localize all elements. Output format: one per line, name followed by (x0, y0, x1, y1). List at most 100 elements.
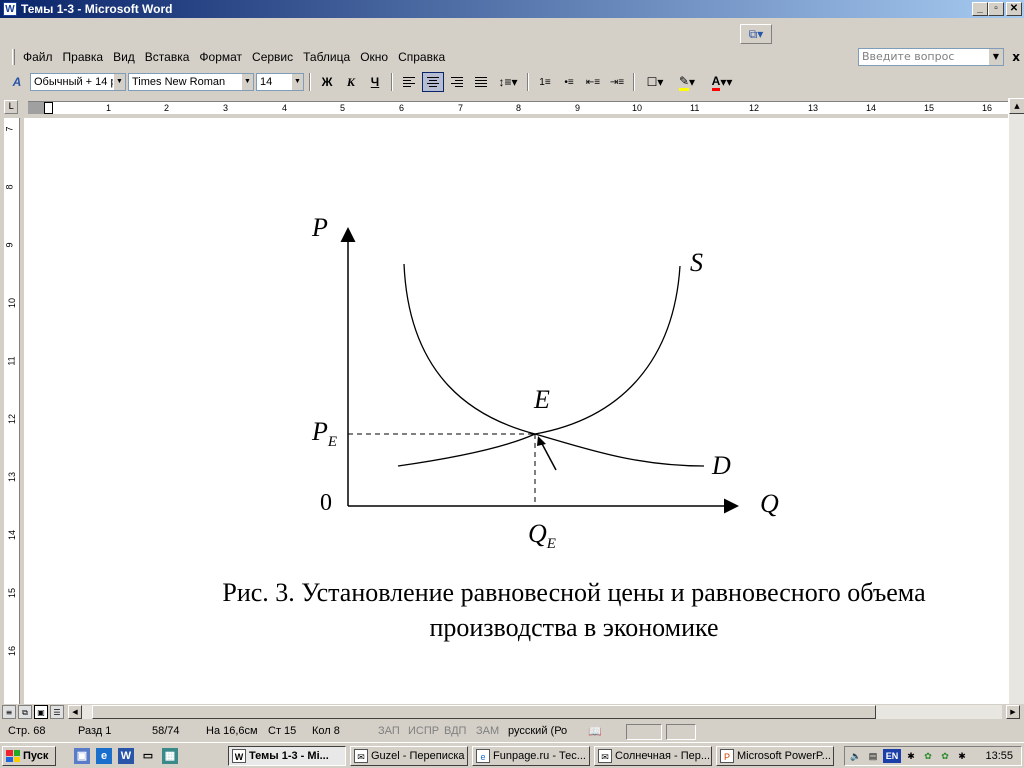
document-page[interactable]: P Q 0 E S D PE QE Рис. 3. Установление р… (24, 118, 1008, 704)
word-app-icon[interactable]: W (3, 2, 17, 16)
language-indicator[interactable]: EN (883, 749, 901, 763)
minimize-button[interactable]: _ (972, 2, 988, 16)
status-language[interactable]: русский (Ро (508, 725, 567, 737)
task-word[interactable]: W Темы 1-3 - Mi... (228, 746, 346, 766)
status-rec[interactable]: ЗАП (378, 725, 400, 737)
status-track-changes[interactable]: ИСПР (408, 725, 439, 737)
task-powerpoint[interactable]: P Microsoft PowerP... (716, 746, 834, 766)
network-icon[interactable]: ▤ (866, 749, 880, 763)
chevron-down-icon[interactable]: ▼ (989, 49, 1003, 65)
task-label: Солнечная - Пер... (615, 750, 711, 762)
start-button[interactable]: Пуск (2, 746, 56, 766)
italic-button[interactable]: К (340, 72, 362, 92)
menu-format[interactable]: Формат (194, 50, 247, 64)
justify-button[interactable] (470, 72, 492, 92)
figure-caption-line-1[interactable]: Рис. 3. Установление равновесной цены и … (154, 576, 994, 610)
menu-grip[interactable] (12, 49, 15, 65)
menu-edit[interactable]: Правка (58, 50, 109, 64)
menu-file[interactable]: Файл (18, 50, 58, 64)
close-button[interactable]: ✕ (1006, 2, 1022, 16)
toolbar-options-icon[interactable]: ⧉▾ (740, 24, 772, 44)
indent-marker[interactable] (44, 102, 53, 114)
menu-help[interactable]: Справка (393, 50, 450, 64)
internet-explorer-icon[interactable]: e (96, 748, 112, 764)
chevron-down-icon[interactable]: ▼ (241, 74, 253, 90)
font-select[interactable]: Times New Roman ▼ (128, 73, 254, 91)
numbering-button[interactable]: 1≡ (534, 72, 556, 92)
ie-icon: e (476, 749, 490, 763)
horizontal-ruler[interactable]: L 1 2 3 4 5 6 7 8 9 10 11 12 13 14 15 16 (0, 98, 1024, 118)
align-center-button[interactable] (422, 72, 444, 92)
print-layout-button[interactable]: ▣ (34, 705, 48, 719)
clock[interactable]: 13:55 (985, 750, 1013, 762)
border-icon: ☐▾ (646, 75, 664, 89)
antivirus-icon[interactable]: ✱ (904, 749, 918, 763)
scroll-right-button[interactable]: ▶ (1006, 705, 1020, 719)
align-right-button[interactable] (446, 72, 468, 92)
figure-caption-line-2[interactable]: производства в экономике (154, 611, 994, 645)
media-quicklaunch-icon[interactable]: ▭ (140, 748, 156, 764)
task-funpage[interactable]: e Funpage.ru - Тес... (472, 746, 590, 766)
separator (633, 73, 635, 91)
spelling-status-icon[interactable]: 📖 (588, 725, 602, 738)
vertical-ruler[interactable]: 7 8 9 10 11 12 13 14 15 16 (4, 118, 20, 704)
desktop-quicklaunch-icon[interactable]: ▣ (74, 748, 90, 764)
maximize-button[interactable]: ▫ (988, 2, 1004, 16)
ruler-mark: 12 (749, 103, 760, 113)
separator (309, 73, 311, 91)
task-solnechnaya[interactable]: ✉ Солнечная - Пер... (594, 746, 712, 766)
task-label: Темы 1-3 - Mi... (249, 750, 329, 762)
chevron-down-icon[interactable]: ▼ (291, 74, 303, 90)
bullets-button[interactable]: •≡ (558, 72, 580, 92)
word-quicklaunch-icon[interactable]: W (118, 748, 134, 764)
web-view-button[interactable]: ⧉ (18, 705, 32, 719)
status-overtype[interactable]: ЗАМ (476, 725, 499, 737)
font-color-button[interactable]: A ▾▾ (704, 72, 740, 92)
volume-icon[interactable]: 🔈 (849, 749, 863, 763)
line-spacing-button[interactable]: ↕≡▾ (494, 72, 522, 92)
vruler-mark: 14 (7, 529, 18, 541)
underline-button[interactable]: Ч (364, 72, 386, 92)
ruler-mark: 6 (399, 103, 405, 113)
task-guzel[interactable]: ✉ Guzel - Переписка (350, 746, 468, 766)
styles-pane-icon[interactable]: A (6, 72, 28, 92)
decrease-indent-button[interactable]: ⇤≡ (582, 72, 604, 92)
status-section: Разд 1 (78, 725, 112, 737)
scroll-left-button[interactable]: ◀ (68, 705, 82, 719)
tray-app-icon[interactable]: ✱ (955, 749, 969, 763)
menu-view[interactable]: Вид (108, 50, 140, 64)
ruler-strip[interactable]: 1 2 3 4 5 6 7 8 9 10 11 12 13 14 15 16 (28, 101, 1008, 114)
ask-question-input[interactable]: Введите вопрос ▼ (858, 48, 1004, 66)
tab-selector[interactable]: L (4, 100, 18, 114)
status-extend[interactable]: ВДП (444, 725, 466, 737)
menu-table[interactable]: Таблица (298, 50, 355, 64)
supply-label: S (690, 248, 703, 277)
tray-app-icon[interactable]: ✿ (921, 749, 935, 763)
font-size-select[interactable]: 14 ▼ (256, 73, 304, 91)
tray-app-icon[interactable]: ✿ (938, 749, 952, 763)
menu-tools[interactable]: Сервис (247, 50, 298, 64)
ruler-mark: 8 (516, 103, 522, 113)
scroll-up-button[interactable]: ▲ (1009, 98, 1024, 114)
ruler-mark: 15 (924, 103, 935, 113)
bold-button[interactable]: Ж (316, 72, 338, 92)
close-document-button[interactable]: x (1012, 50, 1020, 64)
ruler-mark: 4 (282, 103, 288, 113)
menu-window[interactable]: Окно (355, 50, 393, 64)
menu-insert[interactable]: Вставка (140, 50, 195, 64)
font-size-value: 14 (260, 76, 273, 88)
vertical-scrollbar[interactable]: ▲ (1008, 98, 1024, 704)
ruler-mark: 2 (164, 103, 170, 113)
increase-indent-button[interactable]: ⇥≡ (606, 72, 628, 92)
ruler-mark: 13 (808, 103, 819, 113)
calculator-quicklaunch-icon[interactable]: ▦ (162, 748, 178, 764)
borders-button[interactable]: ☐▾ (640, 72, 670, 92)
align-left-button[interactable] (398, 72, 420, 92)
style-select[interactable]: Обычный + 14 p ▼ (30, 73, 126, 91)
chevron-down-icon[interactable]: ▼ (113, 74, 125, 90)
outline-view-button[interactable]: ☰ (50, 705, 64, 719)
horizontal-scroll-thumb[interactable] (92, 705, 876, 719)
justify-icon (475, 77, 487, 87)
normal-view-button[interactable]: ≡ (2, 705, 16, 719)
highlight-button[interactable]: ✎ ▾ (672, 72, 702, 92)
